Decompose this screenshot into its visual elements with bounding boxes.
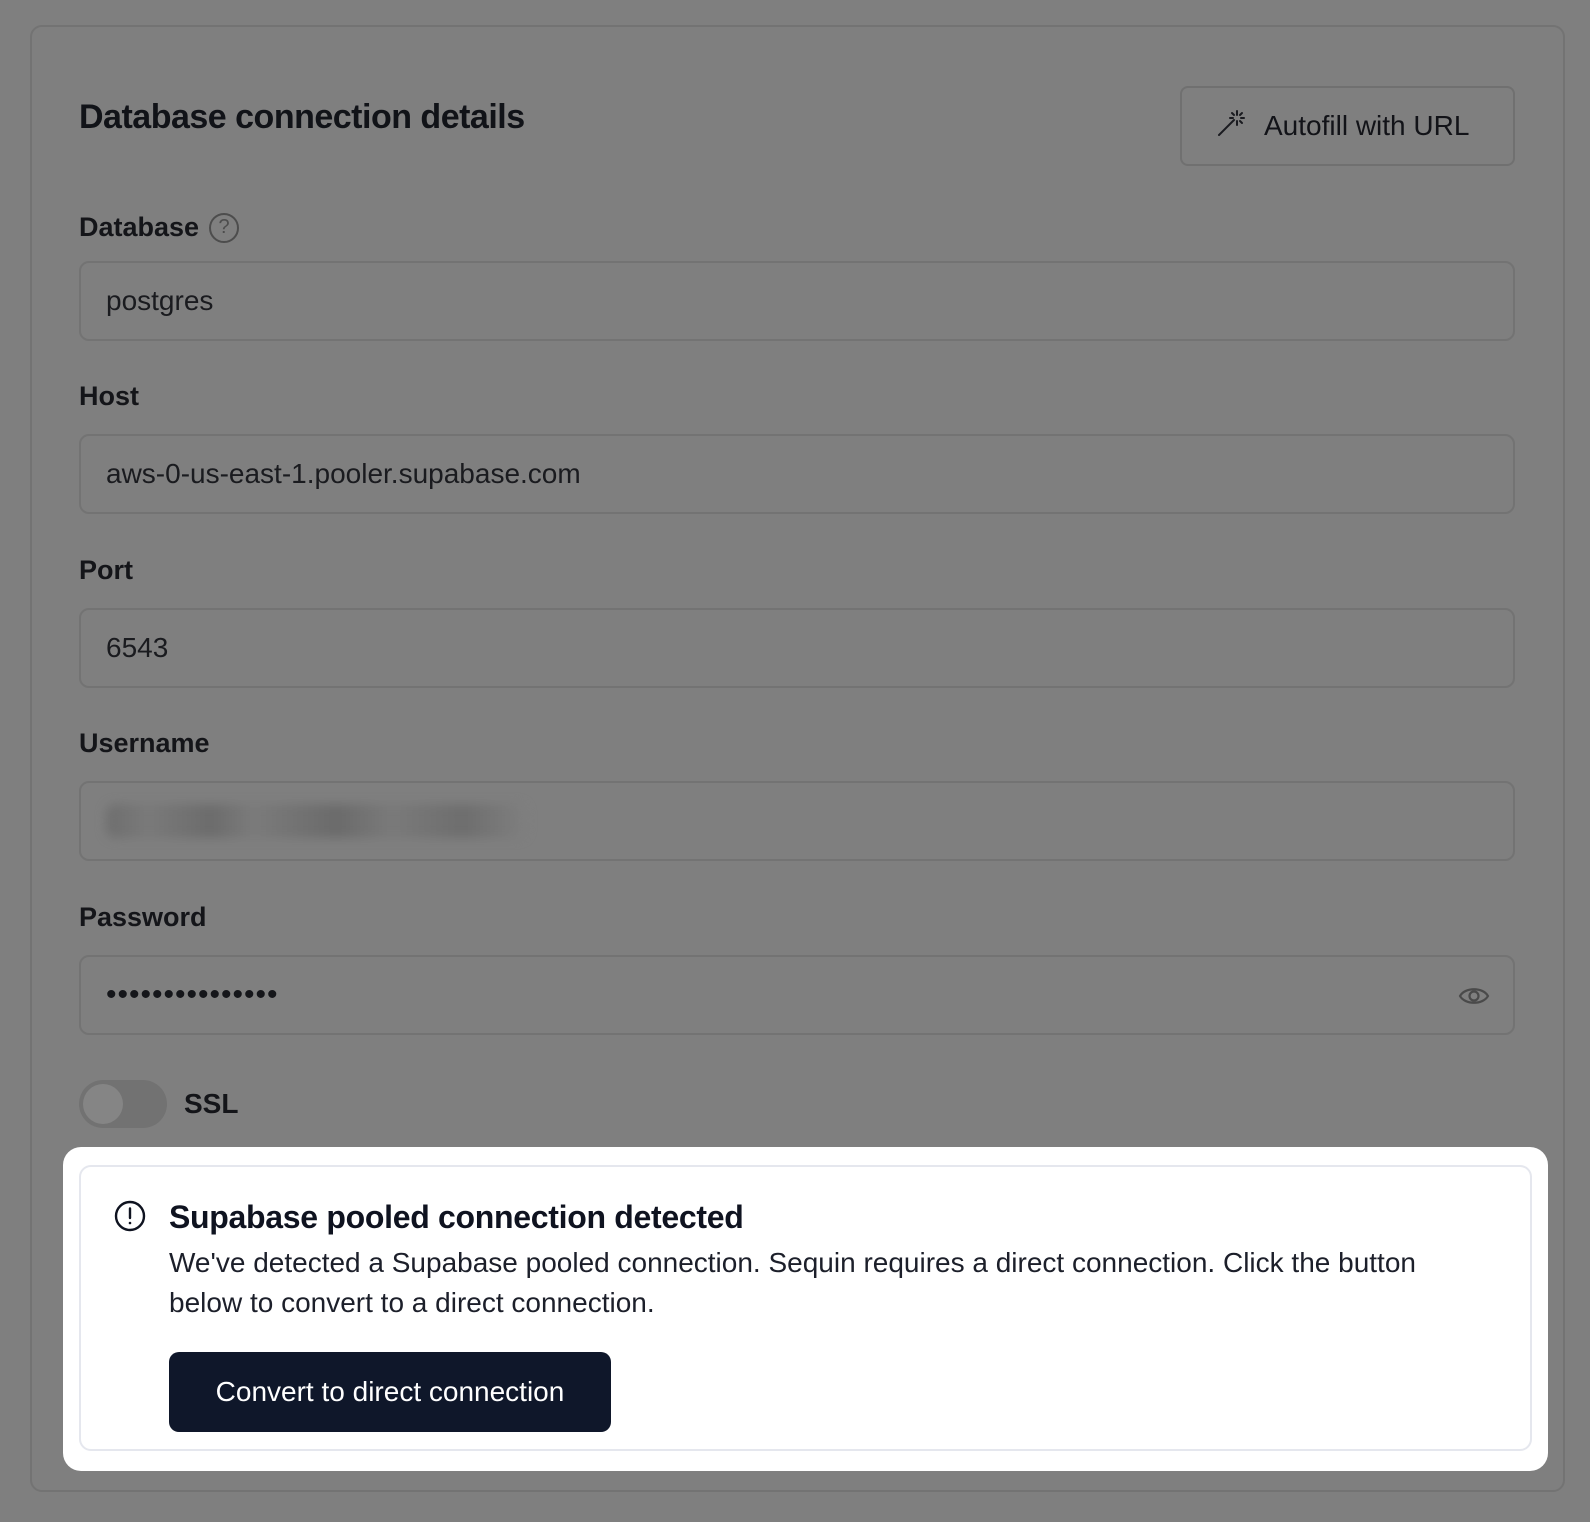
alert-highlight: Supabase pooled connection detected We'v… bbox=[63, 1147, 1548, 1471]
toggle-knob bbox=[83, 1084, 123, 1124]
host-field[interactable]: aws-0-us-east-1.pooler.supabase.com bbox=[79, 434, 1515, 514]
username-label: Username bbox=[79, 728, 210, 758]
password-value: ••••••••••••••• bbox=[106, 978, 279, 1011]
port-value: 6543 bbox=[106, 632, 169, 663]
alert-title: Supabase pooled connection detected bbox=[169, 1199, 744, 1235]
autofill-label: Autofill with URL bbox=[1264, 110, 1470, 141]
database-label: Database ? bbox=[79, 212, 240, 243]
database-value: postgres bbox=[106, 285, 214, 316]
magic-wand-icon bbox=[1216, 108, 1246, 145]
password-label: Password bbox=[79, 902, 207, 932]
database-field[interactable]: postgres bbox=[79, 261, 1515, 341]
ssl-label: SSL bbox=[184, 1088, 239, 1119]
convert-direct-button[interactable]: Convert to direct connection bbox=[169, 1352, 611, 1432]
pooled-connection-alert: Supabase pooled connection detected We'v… bbox=[79, 1165, 1532, 1451]
autofill-url-button[interactable]: Autofill with URL bbox=[1180, 86, 1515, 166]
username-field[interactable] bbox=[79, 781, 1515, 861]
ssl-toggle[interactable] bbox=[79, 1080, 167, 1128]
question-circle-icon[interactable]: ? bbox=[209, 212, 240, 243]
page-title: Database connection details bbox=[79, 98, 525, 136]
exclamation-circle-icon bbox=[113, 1199, 147, 1233]
port-field[interactable]: 6543 bbox=[79, 608, 1515, 688]
eye-icon[interactable] bbox=[1457, 979, 1491, 1013]
port-label: Port bbox=[79, 555, 133, 585]
host-label: Host bbox=[79, 381, 139, 411]
host-value: aws-0-us-east-1.pooler.supabase.com bbox=[106, 458, 581, 489]
redacted-username bbox=[106, 804, 526, 838]
alert-message: We've detected a Supabase pooled connect… bbox=[169, 1247, 1416, 1318]
password-field[interactable]: ••••••••••••••• bbox=[79, 955, 1515, 1035]
